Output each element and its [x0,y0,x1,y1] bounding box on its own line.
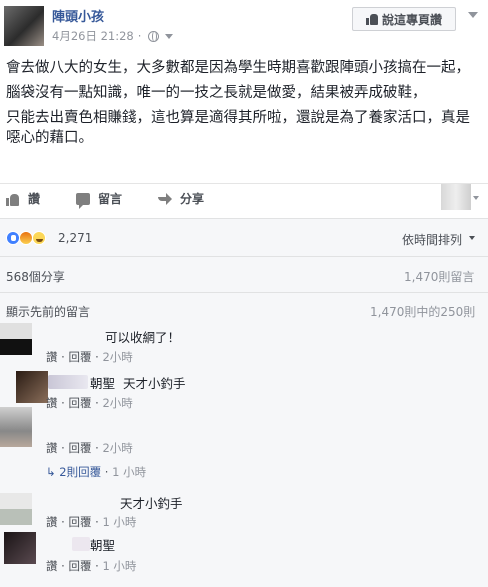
comment-reply-link[interactable]: 回覆 [68,515,91,529]
comment-like-link[interactable]: 讚 [46,441,58,455]
share-label: 分享 [180,192,205,206]
avatar[interactable] [4,532,36,564]
avatar[interactable] [0,493,32,525]
reactions-row: 2,271 依時間排列 [0,219,488,257]
post-line: 腦袋沒有一點知識，唯一的一技之長就是做愛，結果被弄成破鞋， [6,85,427,101]
comment-actions: 讚 · 回覆 · 2小時 [46,349,133,365]
comment-time[interactable]: 2小時 [102,350,132,364]
separator: · [61,350,65,364]
comment-time[interactable]: 2小時 [102,396,132,410]
comment-time[interactable]: 1 小時 [102,515,136,529]
commenter-name-blurred[interactable] [48,375,88,389]
view-previous-comments-link[interactable]: 顯示先前的留言 [6,303,90,320]
avatar[interactable] [0,323,32,355]
comment-reply-link[interactable]: 回覆 [68,396,91,410]
thumbs-up-icon [365,13,378,25]
separator: · [95,441,99,455]
comment-button[interactable]: 留言 [76,190,123,209]
separator: · [61,441,65,455]
post-timestamp[interactable]: 4月26日 21:28 [52,28,134,44]
commenter-name-blurred[interactable] [72,537,90,551]
comment-like-link[interactable]: 讚 [46,396,58,410]
comment-sort-dropdown[interactable]: 依時間排列 [402,231,462,248]
chevron-down-icon[interactable] [473,196,479,200]
like-icon [6,192,20,206]
like-label: 讚 [28,192,41,206]
share-count-link[interactable]: 568個分享 [6,268,65,285]
comment-count: 1,470則留言 [404,270,475,284]
commenter-name-text[interactable]: 朝聖 [90,376,115,391]
commenter-name[interactable]: 朝聖 天才小釣手 [90,373,186,392]
like-button[interactable]: 讚 [6,190,40,207]
angry-reaction-icon[interactable] [19,231,33,245]
comments-section: 2,271 依時間排列 568個分享 1,470則留言 顯示先前的留言 1,47… [0,218,488,587]
replies-count[interactable]: 2則回覆 [59,465,101,479]
separator: · [95,350,99,364]
separator: · [95,515,99,529]
avatar[interactable] [0,407,32,447]
haha-reaction-icon[interactable] [32,231,46,245]
separator: · [104,465,109,479]
share-icon [158,192,172,205]
comment-time[interactable]: 2小時 [102,441,132,455]
avatar[interactable] [16,371,48,403]
globe-icon[interactable] [148,30,160,42]
separator: · [61,396,65,410]
view-replies-link[interactable]: ↳ 2則回覆 · 1 小時 [46,464,146,480]
comment-reply-link[interactable]: 回覆 [68,559,91,573]
comment-icon [76,192,90,209]
comment-reply-link[interactable]: 回覆 [68,441,91,455]
comment-actions: 讚 · 回覆 · 2小時 [46,440,133,456]
commenter-name-text[interactable]: 朝聖 [90,535,115,554]
separator: · [95,396,99,410]
comment-label: 留言 [98,192,123,206]
replies-time: 1 小時 [112,465,147,479]
viewer-avatar[interactable] [441,184,471,210]
comment-actions: 讚 · 回覆 · 1 小時 [46,514,136,530]
comment-actions: 讚 · 回覆 · 1 小時 [46,558,136,574]
post-line: 會去做八大的女生，大多數都是因為學生時期喜歡跟陣頭小孩搞在一起， [6,60,470,76]
comment-actions: 讚 · 回覆 · 2小時 [46,395,133,411]
post-line: 只能去出賣色相賺錢，這也算是適得其所啦，還說是為了養家活口，真是噁心的藉口。 [6,110,470,146]
post-action-bar: 讚 留言 分享 [0,183,488,213]
separator: · [61,559,65,573]
page-avatar[interactable] [4,6,44,46]
page-name-link[interactable]: 陣頭小孩 [52,6,104,25]
comment-like-link[interactable]: 讚 [46,559,58,573]
post-header: 陣頭小孩 4月26日 21:28 · 說這專頁讚 [0,0,488,52]
post-options-chevron-icon[interactable] [468,12,478,18]
like-reaction-icon[interactable] [6,231,20,245]
comment-pagination-count: 1,470則中的250則 [370,305,476,319]
reaction-count[interactable]: 2,271 [58,231,92,245]
comment-like-link[interactable]: 讚 [46,515,58,529]
comment-time[interactable]: 1 小時 [102,559,136,573]
comment-reply-link[interactable]: 回覆 [68,350,91,364]
chevron-down-icon[interactable] [469,236,475,240]
separator: · [61,515,65,529]
separator: · [95,559,99,573]
comment-text: 可以收網了！ [105,330,181,345]
counts-row: 568個分享 1,470則留言 [0,257,488,293]
post-body: 會去做八大的女生，大多數都是因為學生時期喜歡跟陣頭小孩搞在一起， 腦袋沒有一點知… [6,58,480,153]
like-page-button[interactable]: 說這專頁讚 [352,7,456,31]
comment-text: 天才小釣手 [120,496,183,511]
reply-arrow-icon: ↳ [46,465,56,479]
share-button[interactable]: 分享 [158,190,204,207]
comment-text: 天才小釣手 [123,376,186,391]
chevron-down-icon[interactable] [165,33,174,39]
comment-like-link[interactable]: 讚 [46,350,58,364]
like-page-label: 說這專頁讚 [381,12,442,27]
post-meta: 4月26日 21:28 · [52,28,174,44]
separator: · [137,29,142,43]
